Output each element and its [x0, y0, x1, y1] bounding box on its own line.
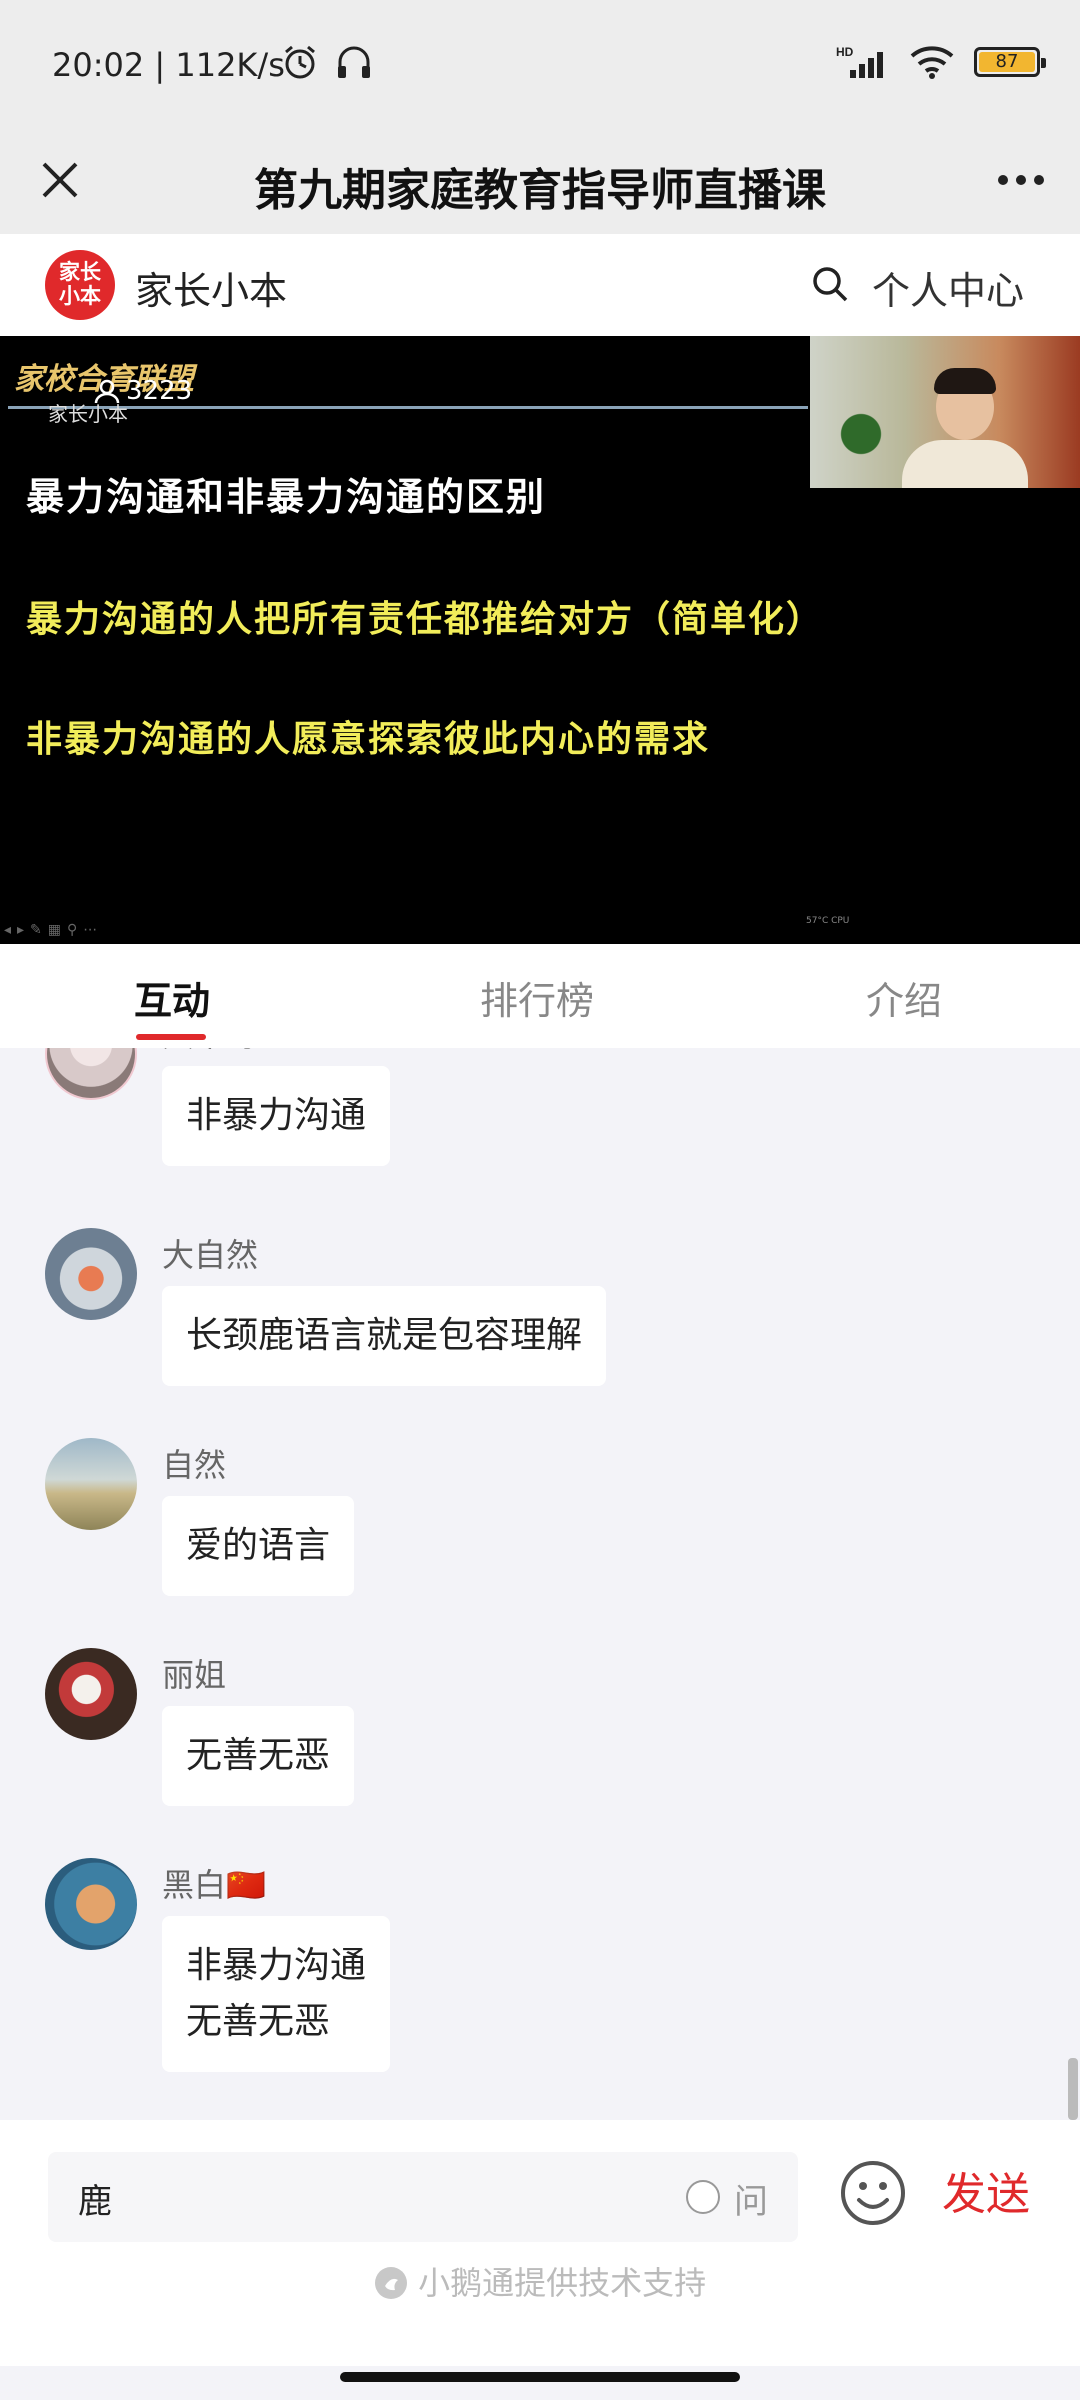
more-icon[interactable]	[986, 150, 1056, 210]
presenter-camera	[810, 336, 1080, 488]
headphones-icon	[338, 46, 370, 78]
clock-text: 20:02	[52, 46, 145, 84]
message-bubble[interactable]: 长颈鹿语言就是包容理解	[162, 1286, 607, 1386]
emoji-icon[interactable]	[838, 2158, 908, 2228]
message-bubble[interactable]: 爱的语言	[162, 1496, 355, 1596]
send-button[interactable]: 发送	[942, 2158, 1030, 2222]
presenter-hair	[934, 368, 996, 394]
personal-center-link[interactable]: 个人中心	[872, 260, 1024, 315]
live-video-player[interactable]: 家校合育联盟 家长小本 3223 暴力沟通和非暴力沟通的区别 暴力沟通的人把所有…	[0, 336, 1080, 944]
message-bubble[interactable]: 无善无恶	[162, 1706, 355, 1806]
ask-question-radio[interactable]	[686, 2180, 720, 2214]
slide-controls[interactable]: ◂▸✎▦⚲⋯	[4, 922, 103, 938]
username: 大草莓	[162, 1048, 258, 1056]
avatar[interactable]	[45, 1228, 137, 1320]
message-line: 非暴力沟通	[186, 1945, 367, 1986]
username: 黑白🇨🇳	[162, 1866, 266, 1904]
brand-logo[interactable]: 家长 小本	[45, 250, 115, 320]
username: 丽姐	[162, 1656, 227, 1694]
powered-by-text: 小鹅通提供技术支持	[418, 2264, 707, 2302]
tab-interaction[interactable]: 互动	[134, 970, 210, 1025]
ask-question-label[interactable]: 问	[734, 2174, 768, 2223]
presenter-body	[902, 440, 1028, 488]
avatar[interactable]	[45, 1048, 137, 1100]
viewer-count: 3223	[94, 376, 192, 406]
hd-signal-icon: HD	[836, 45, 883, 78]
slide-title: 暴力沟通和非暴力沟通的区别	[26, 474, 547, 519]
svg-text:HD: HD	[836, 45, 854, 59]
tab-ranking[interactable]: 排行榜	[480, 970, 594, 1025]
message-bubble[interactable]: 非暴力沟通	[162, 1066, 391, 1166]
avatar[interactable]	[45, 1438, 137, 1530]
comment-input-value[interactable]: 鹿	[78, 2174, 112, 2223]
search-icon[interactable]	[810, 264, 850, 304]
brand-name[interactable]: 家长小本	[135, 260, 287, 315]
slide-divider	[8, 406, 808, 409]
viewer-icon	[94, 379, 120, 404]
avatar[interactable]	[45, 1858, 137, 1950]
xiaoe-logo-icon	[374, 2267, 407, 2299]
message-bubble[interactable]: 非暴力沟通 无善无恶	[162, 1916, 391, 2072]
input-area: 鹿 问 发送 小鹅通提供技术支持	[0, 2120, 1080, 2366]
page-title: 第九期家庭教育指导师直播课	[254, 165, 826, 216]
battery-icon: 87	[974, 47, 1046, 77]
slide-line-1: 暴力沟通的人把所有责任都推给对方（简单化）	[26, 598, 825, 640]
username: 大自然	[162, 1236, 259, 1274]
username: 自然	[162, 1446, 227, 1484]
home-indicator[interactable]	[340, 2372, 740, 2382]
tab-bar: 互动 排行榜 介绍	[0, 944, 1080, 1048]
network-speed: 112K/s	[175, 46, 285, 84]
message-line: 无善无恶	[186, 2001, 331, 2042]
avatar[interactable]	[45, 1648, 137, 1740]
title-bar: 第九期家庭教育指导师直播课	[0, 130, 1080, 234]
plant-shape	[836, 406, 886, 476]
brand-header: 家长 小本 家长小本 个人中心	[0, 234, 1080, 336]
alarm-icon	[285, 45, 315, 79]
tab-introduction[interactable]: 介绍	[866, 970, 942, 1025]
slide-line-2: 非暴力沟通的人愿意探索彼此内心的需求	[26, 718, 711, 760]
wifi-icon	[910, 46, 954, 79]
comment-input[interactable]: 鹿 问	[48, 2152, 798, 2242]
battery-level: 87	[979, 52, 1035, 72]
video-tag: 57°C CPU	[806, 916, 850, 926]
chat-list[interactable]: 大草莓 非暴力沟通 大自然 长颈鹿语言就是包容理解 自然 爱的语言 丽姐 无善无…	[0, 1048, 1080, 2120]
powered-by: 小鹅通提供技术支持	[0, 2258, 1080, 2304]
viewer-count-value: 3223	[126, 376, 193, 406]
status-bar: 20:02 | 112K/s HD 87	[0, 0, 1080, 130]
status-icons	[280, 42, 374, 82]
status-right: HD 87	[836, 44, 1046, 80]
chat-scrollbar[interactable]	[1068, 2058, 1078, 2120]
status-time: 20:02 | 112K/s	[52, 46, 285, 84]
active-tab-indicator	[136, 1034, 206, 1040]
